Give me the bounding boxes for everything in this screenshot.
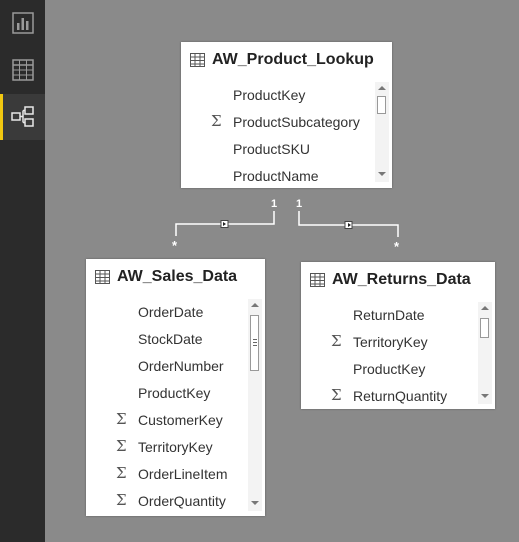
field-item[interactable]: Σ TerritoryKey <box>86 434 247 461</box>
scroll-down-icon[interactable] <box>378 172 386 176</box>
field-item[interactable]: Σ OrderQuantity <box>86 488 247 515</box>
field-list: ProductKey Σ ProductSubcategory ProductSKU P… <box>181 82 374 190</box>
table-title: AW_Product_Lookup <box>212 51 374 68</box>
cardinality-one-returns: 1 <box>296 198 303 210</box>
table-card-product-lookup[interactable]: AW_Product_Lookup ProductKey Σ ProductSubc… <box>181 42 392 188</box>
cardinality-one-sales: 1 <box>271 198 278 210</box>
scrollbar[interactable] <box>375 82 389 182</box>
field-name: ProductSubcategory <box>233 114 360 130</box>
field-item[interactable]: Σ ProductSubcategory <box>181 109 374 136</box>
field-name: ProductSKU <box>233 141 311 157</box>
cardinality-many-sales: * <box>172 238 178 253</box>
field-name: ProductKey <box>233 87 306 103</box>
table-title: AW_Returns_Data <box>332 271 471 288</box>
field-name: OrderDate <box>138 304 204 320</box>
field-item[interactable]: OrderDate <box>86 299 247 326</box>
field-name: TerritoryKey <box>353 334 428 350</box>
field-item[interactable]: OrderNumber <box>86 353 247 380</box>
scroll-thumb[interactable] <box>250 315 259 371</box>
cardinality-many-returns: * <box>394 239 400 254</box>
field-item[interactable]: ReturnDate <box>301 302 477 329</box>
field-item[interactable]: ProductKey <box>301 356 477 383</box>
field-item[interactable]: ProductName <box>181 163 374 190</box>
field-item[interactable]: ProductKey <box>181 82 374 109</box>
scroll-up-icon[interactable] <box>378 86 386 90</box>
scroll-down-icon[interactable] <box>481 394 489 398</box>
scroll-up-icon[interactable] <box>481 306 489 310</box>
table-header[interactable]: AW_Returns_Data <box>301 262 495 300</box>
sum-icon: Σ <box>331 386 342 404</box>
field-name: ProductKey <box>353 361 426 377</box>
table-icon <box>190 53 205 67</box>
field-list: ReturnDate Σ TerritoryKey ProductKey Σ Return… <box>301 302 477 410</box>
field-name: TerritoryKey <box>138 439 213 455</box>
sum-icon: Σ <box>211 112 222 130</box>
field-name: OrderQuantity <box>138 493 226 509</box>
sum-icon: Σ <box>116 437 127 455</box>
field-item[interactable]: ProductKey <box>86 380 247 407</box>
field-name: ProductKey <box>138 385 211 401</box>
table-header[interactable]: AW_Sales_Data <box>86 259 265 297</box>
field-item[interactable]: Σ CustomerKey <box>86 407 247 434</box>
scroll-thumb[interactable] <box>377 96 386 114</box>
table-icon <box>310 273 325 287</box>
table-card-sales-data[interactable]: AW_Sales_Data OrderDate StockDate OrderNum… <box>86 259 265 516</box>
scrollbar[interactable] <box>478 302 492 404</box>
table-header[interactable]: AW_Product_Lookup <box>181 42 392 80</box>
sum-icon: Σ <box>116 410 127 428</box>
scroll-thumb[interactable] <box>480 318 489 338</box>
scrollbar[interactable] <box>248 299 262 511</box>
table-icon <box>95 270 110 284</box>
field-name: StockDate <box>138 331 203 347</box>
sum-icon: Σ <box>331 332 342 350</box>
scroll-up-icon[interactable] <box>251 303 259 307</box>
field-item[interactable]: Σ TerritoryKey <box>301 329 477 356</box>
table-title: AW_Sales_Data <box>117 268 238 285</box>
field-item[interactable]: Σ OrderLineItem <box>86 461 247 488</box>
sum-icon: Σ <box>116 491 127 509</box>
field-item[interactable]: Σ ReturnQuantity <box>301 383 477 410</box>
field-name: ProductName <box>233 168 319 184</box>
field-item[interactable]: ProductSKU <box>181 136 374 163</box>
field-name: ReturnDate <box>353 307 425 323</box>
sum-icon: Σ <box>116 464 127 482</box>
table-card-returns-data[interactable]: AW_Returns_Data ReturnDate Σ TerritoryKey P… <box>301 262 495 409</box>
field-item[interactable]: StockDate <box>86 326 247 353</box>
field-name: ReturnQuantity <box>353 388 448 404</box>
field-list: OrderDate StockDate OrderNumber ProductKey Σ… <box>86 299 247 515</box>
field-name: OrderNumber <box>138 358 224 374</box>
field-name: CustomerKey <box>138 412 223 428</box>
field-name: OrderLineItem <box>138 466 228 482</box>
scroll-down-icon[interactable] <box>251 501 259 505</box>
